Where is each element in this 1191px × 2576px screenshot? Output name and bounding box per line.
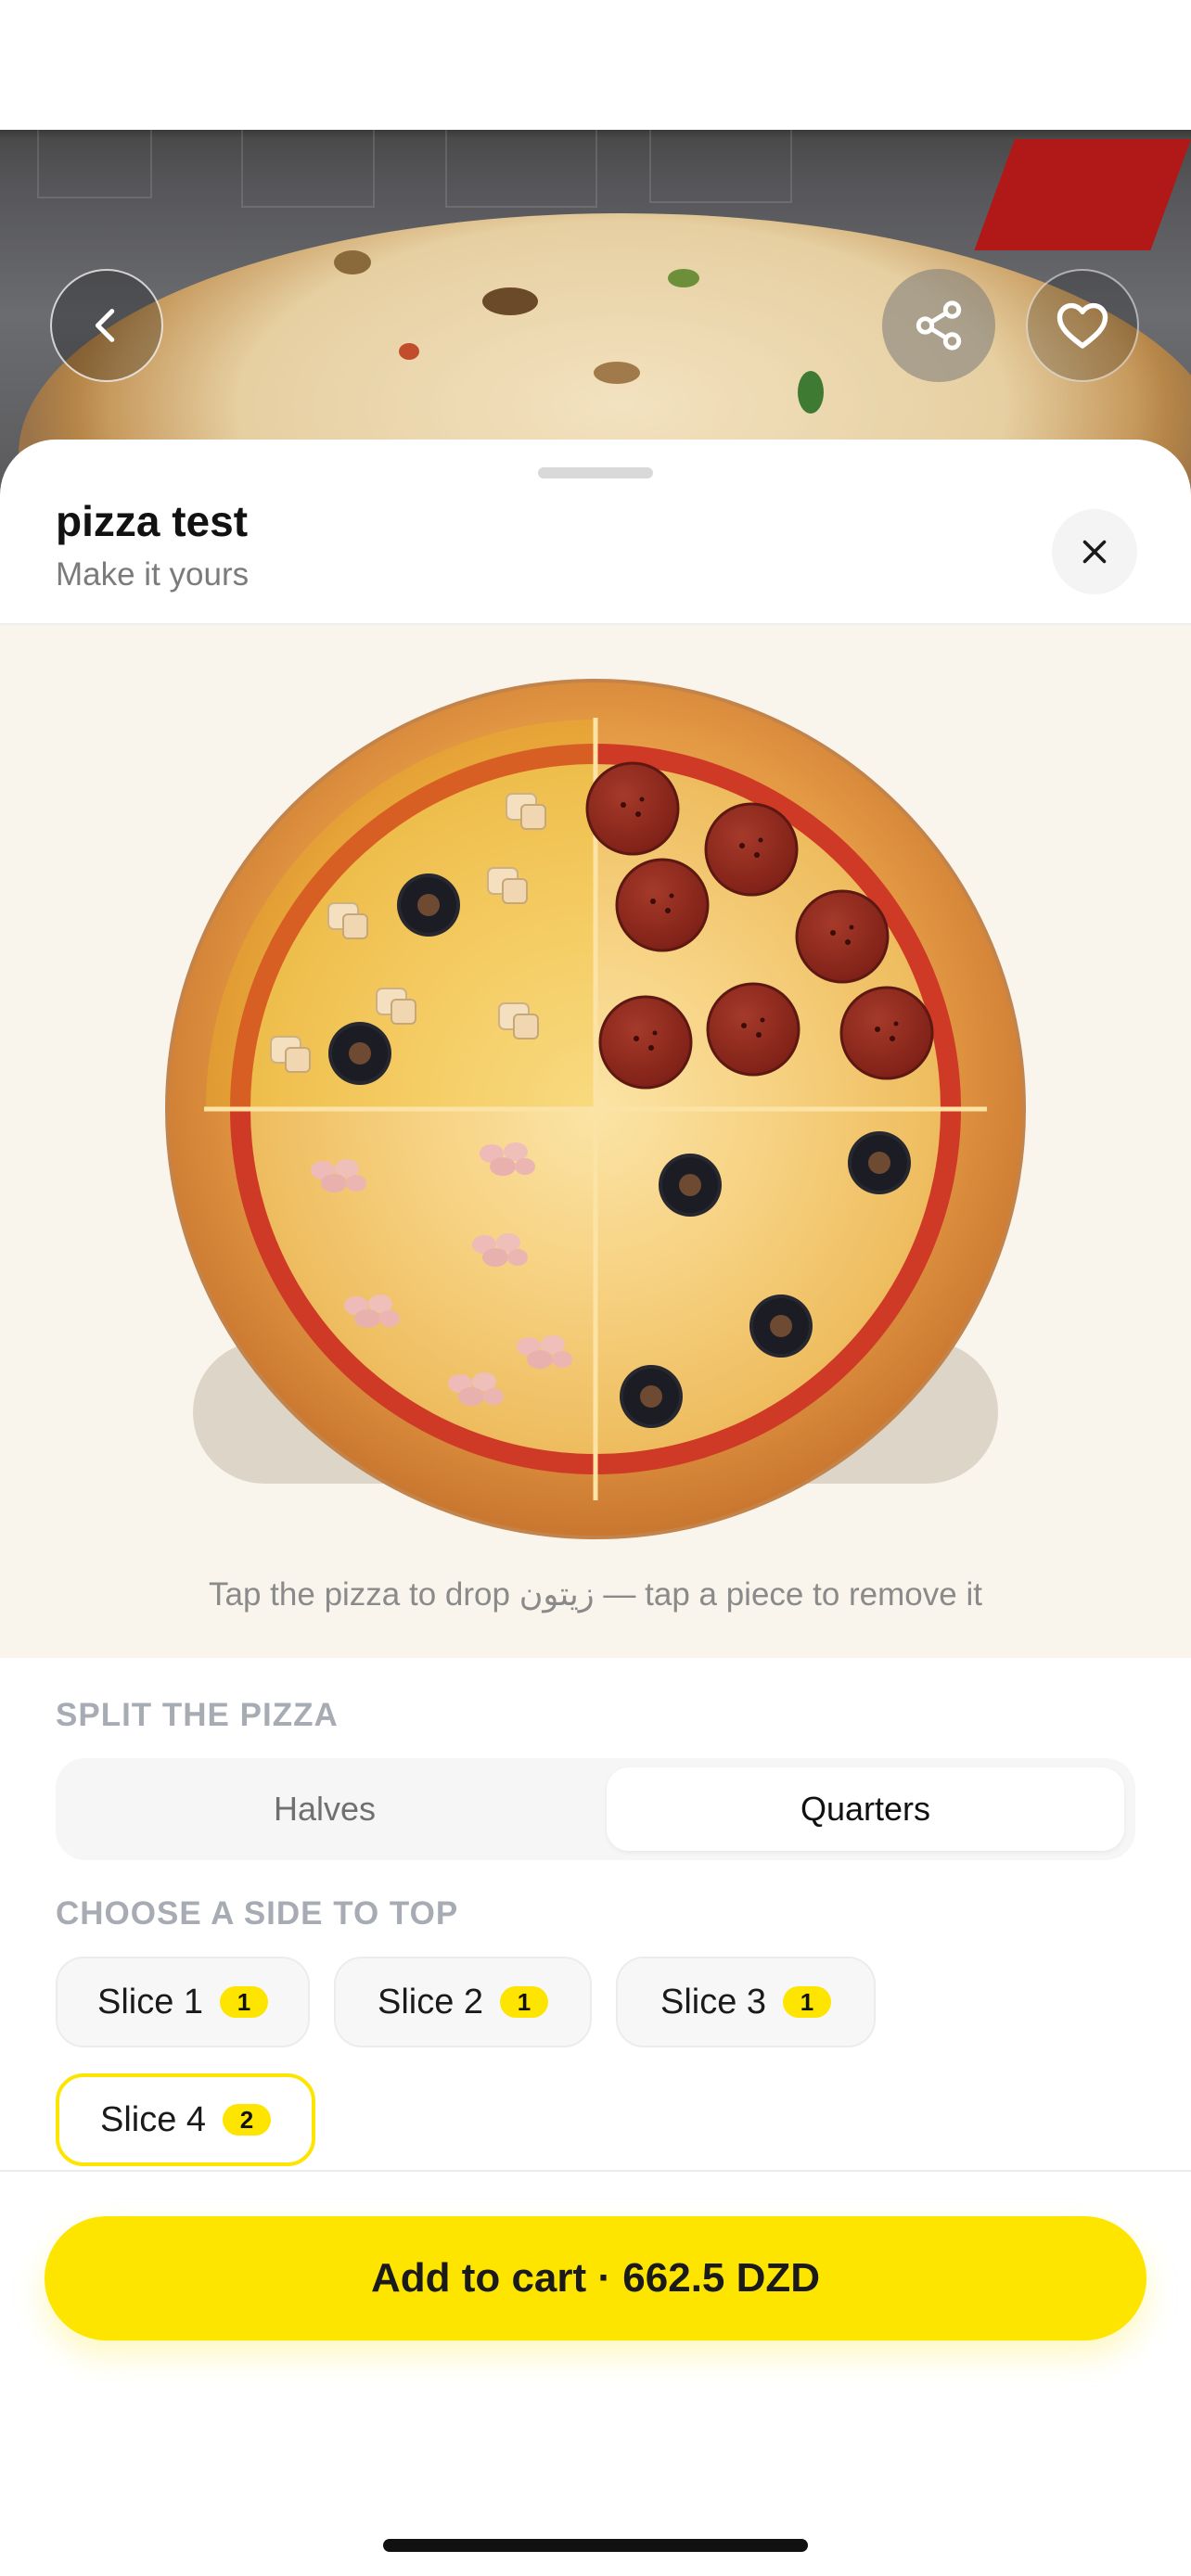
product-title: pizza test (56, 497, 249, 545)
product-subtitle: Make it yours (56, 556, 250, 593)
topping-pepperoni (839, 986, 934, 1080)
heart-icon (1057, 302, 1108, 349)
slice-chip-1[interactable]: Slice 1 1 (56, 1957, 310, 2047)
topping-olive (848, 1131, 911, 1194)
slice-chip-label: Slice 1 (96, 1982, 204, 2021)
add-to-cart-button[interactable]: Add to cart · 662.5 DZD (45, 2216, 1146, 2340)
topping-pepperoni (585, 761, 680, 856)
topping-olive (397, 874, 460, 937)
topping-olive (659, 1154, 722, 1217)
slice-chip-label: Slice 2 (377, 1982, 484, 2021)
split-section-label: SPLIT THE PIZZA (56, 1697, 339, 1733)
share-button[interactable] (882, 269, 995, 382)
topping-pepperoni (615, 858, 710, 952)
back-button[interactable] (50, 269, 163, 382)
favorite-button[interactable] (1026, 269, 1139, 382)
slice-count-badge: 1 (783, 1986, 832, 2018)
slice-count-badge: 2 (223, 2104, 272, 2136)
slice-count-badge: 1 (500, 1986, 549, 2018)
split-option-halves[interactable]: Halves (67, 1767, 583, 1851)
pizza-hint: Tap the pizza to drop زيتون — tap a piec… (209, 1576, 982, 1613)
topping-olive (749, 1294, 813, 1358)
topping-pepperoni (598, 995, 693, 1090)
slice-chip-label: Slice 4 (99, 2099, 207, 2139)
home-indicator[interactable] (383, 2539, 808, 2552)
slice-chip-2[interactable]: Slice 2 1 (334, 1957, 592, 2047)
slice-chip-label: Slice 3 (660, 1982, 767, 2021)
close-button[interactable] (1052, 509, 1137, 594)
topping-olive (620, 1365, 683, 1428)
chevron-left-icon (95, 309, 115, 342)
topping-olive (328, 1022, 391, 1085)
split-option-quarters[interactable]: Quarters (607, 1767, 1124, 1851)
footer-divider (0, 2170, 1191, 2172)
pizza-canvas[interactable] (161, 675, 1030, 1543)
share-icon (916, 300, 962, 351)
slice-chip-3[interactable]: Slice 3 1 (616, 1957, 876, 2047)
topping-pepperoni (795, 889, 890, 984)
slice-count-badge: 1 (220, 1986, 269, 2018)
close-icon (1082, 540, 1107, 564)
sheet-grabber[interactable] (538, 467, 653, 478)
slice-chip-4[interactable]: Slice 4 2 (56, 2073, 315, 2166)
topping-pepperoni (706, 982, 800, 1077)
topping-pepperoni (704, 802, 799, 897)
side-section-label: CHOOSE A SIDE TO TOP (56, 1895, 459, 1932)
